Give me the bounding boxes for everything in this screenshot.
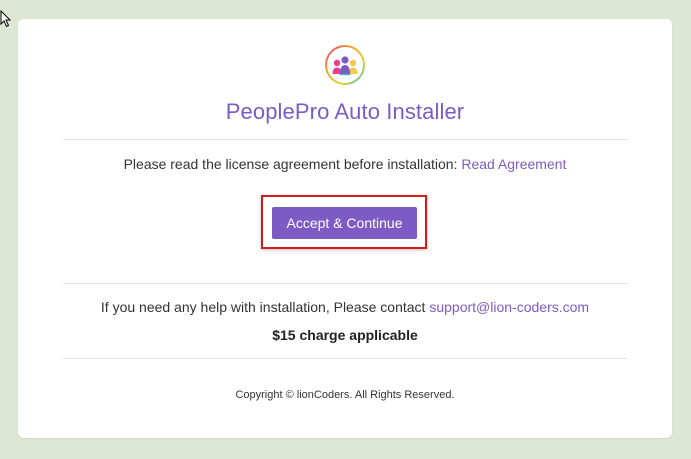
license-text: Please read the license agreement before… bbox=[123, 156, 458, 172]
charge-notice: $15 charge applicable bbox=[272, 327, 418, 343]
installer-card: PeoplePro Auto Installer Please read the… bbox=[18, 19, 672, 438]
divider-middle bbox=[63, 283, 627, 284]
divider-top bbox=[63, 139, 627, 140]
divider-bottom bbox=[63, 358, 627, 359]
peoplepro-logo-icon bbox=[325, 45, 365, 85]
read-agreement-link[interactable]: Read Agreement bbox=[461, 156, 566, 172]
copyright-text: Copyright © lionCoders. All Rights Reser… bbox=[235, 389, 455, 401]
help-text: If you need any help with installation, … bbox=[100, 299, 426, 315]
license-notice: Please read the license agreement before… bbox=[18, 156, 672, 172]
support-email-link[interactable]: support@lion-coders.com bbox=[429, 299, 589, 315]
help-notice: If you need any help with installation, … bbox=[18, 299, 672, 315]
mouse-pointer-icon bbox=[0, 10, 12, 28]
accept-continue-button[interactable]: Accept & Continue bbox=[272, 207, 417, 239]
page-title: PeoplePro Auto Installer bbox=[225, 99, 465, 124]
